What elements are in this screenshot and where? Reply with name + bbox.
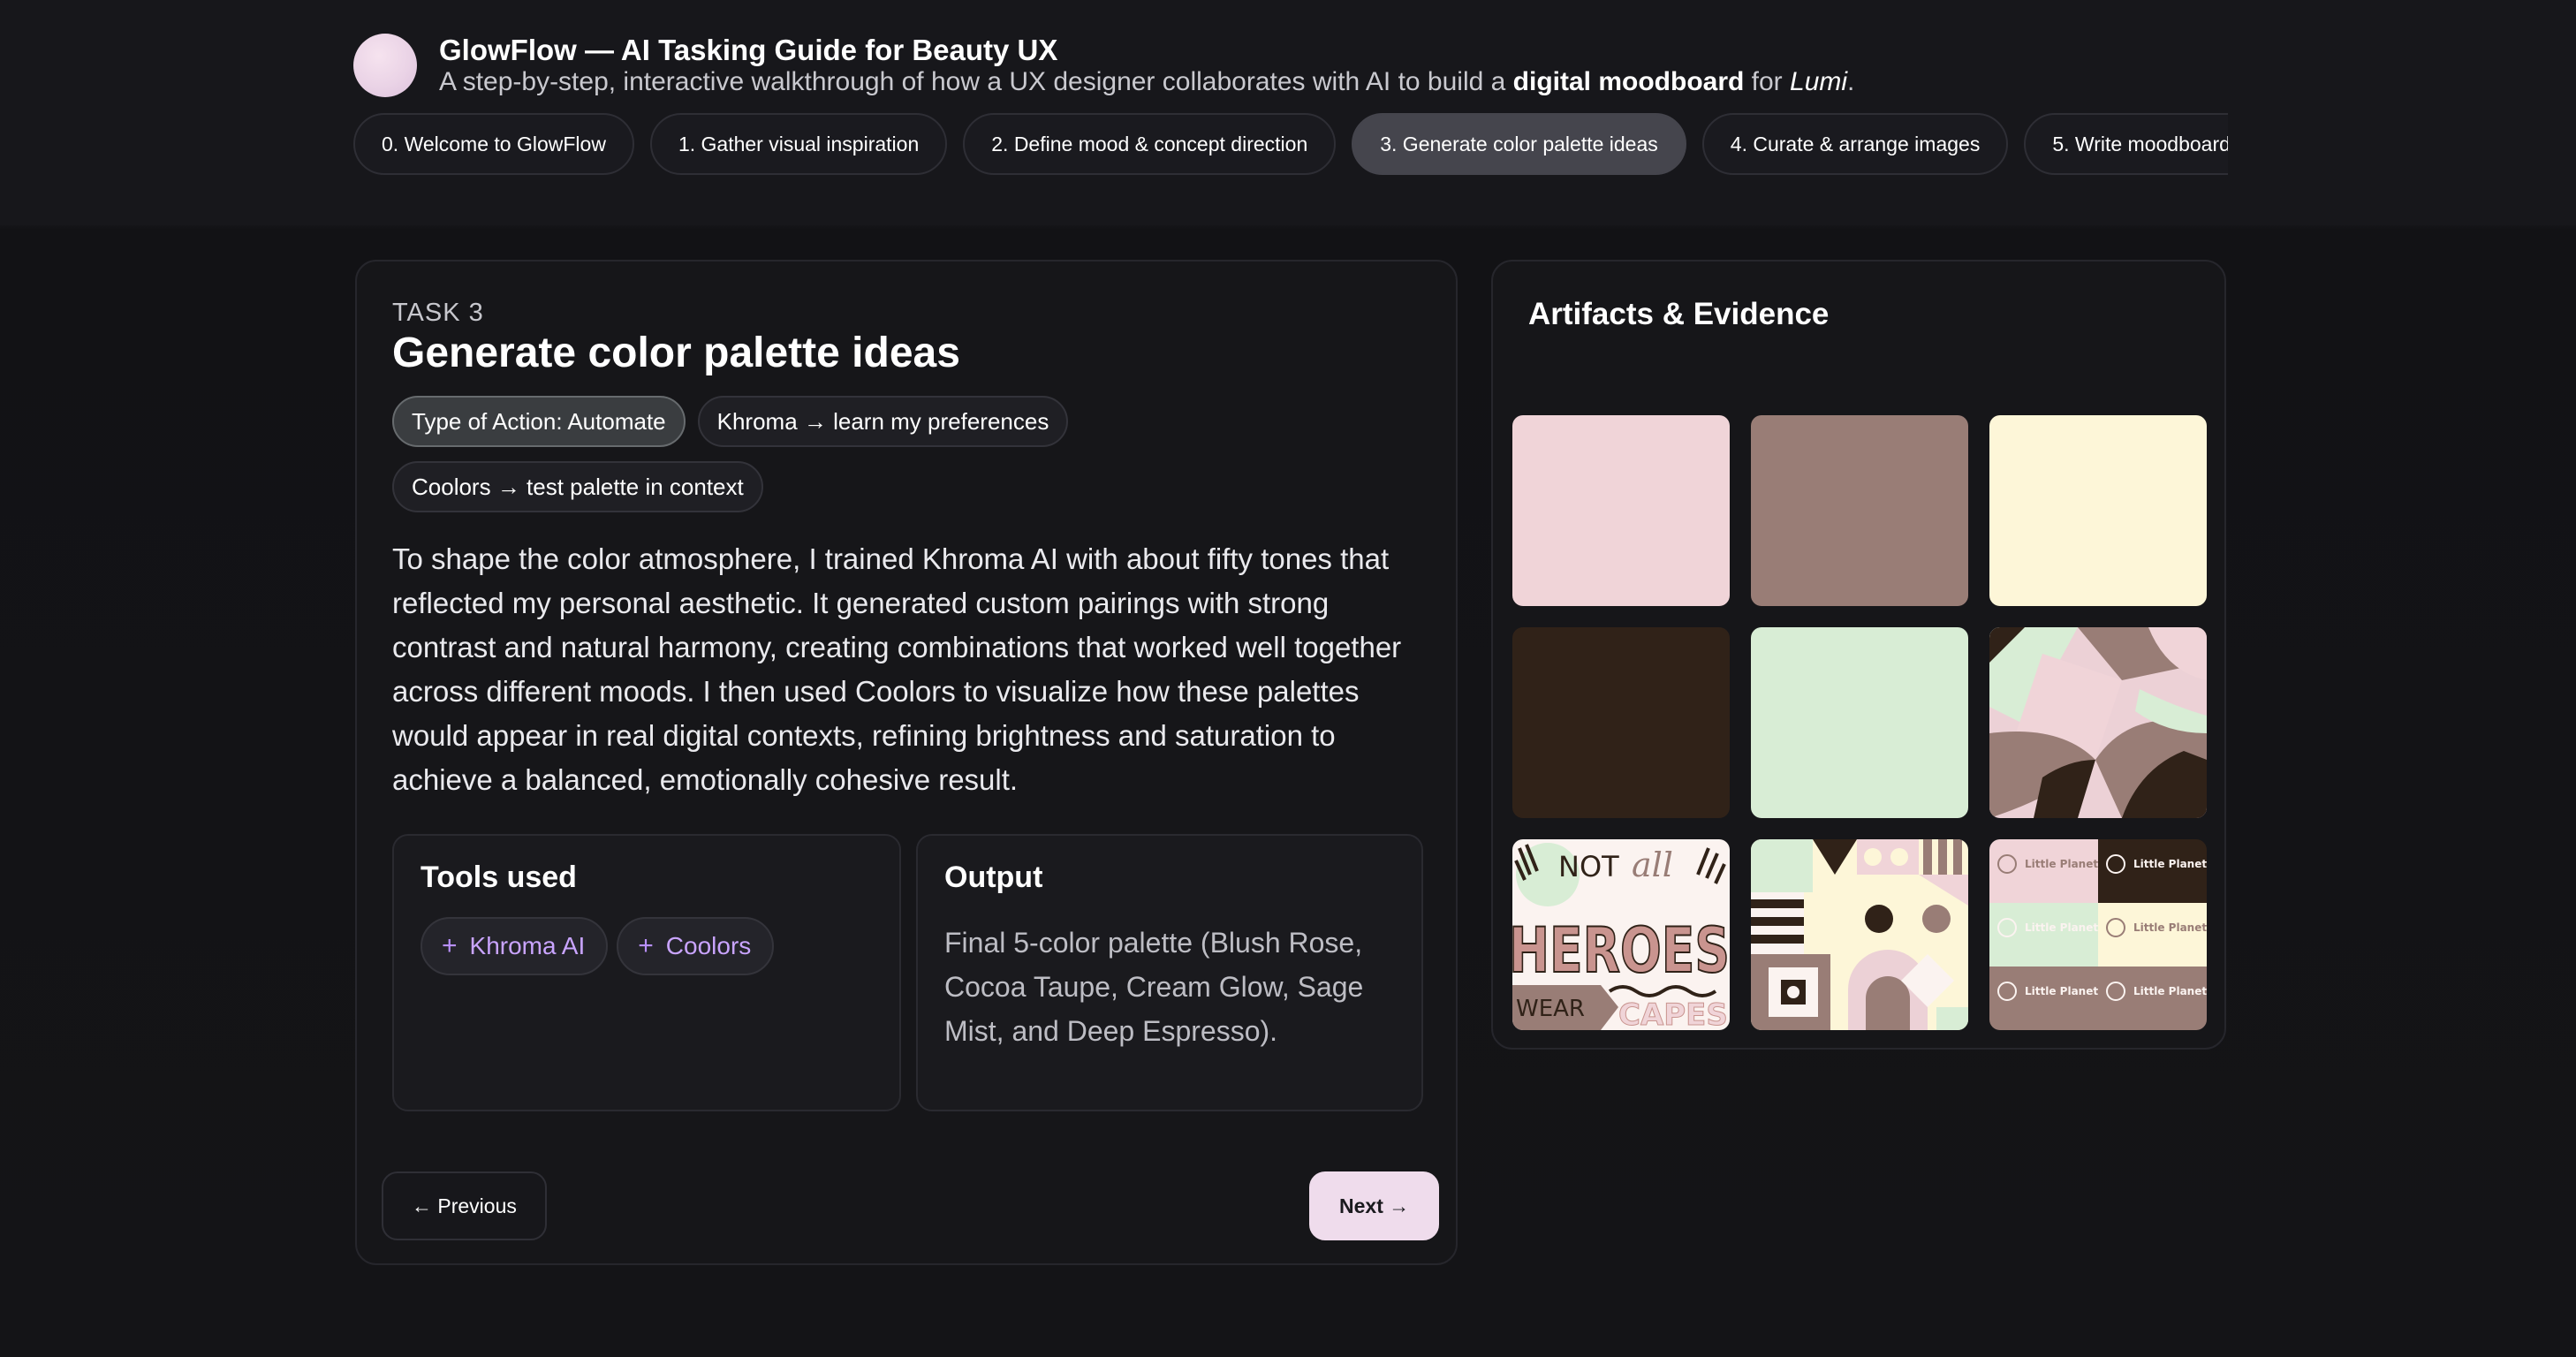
artifacts-title: Artifacts & Evidence (1528, 297, 1830, 331)
app-subtitle: A step-by-step, interactive walkthrough … (439, 67, 1854, 97)
coolors-chip: Coolors → test palette in context (392, 461, 763, 512)
geometric-collage-graphic (1751, 839, 1968, 1030)
tab-generate-palette[interactable]: 3. Generate color palette ideas (1352, 113, 1686, 175)
poster-word-capes: CAPES (1618, 997, 1728, 1030)
task-label: TASK 3 (392, 299, 484, 327)
poster-word-not: NOT (1558, 850, 1619, 883)
abstract-pattern-graphic (1989, 627, 2207, 818)
tools-card: Tools used + Khroma AI + Coolors (392, 834, 901, 1111)
swatch-graphic (1751, 627, 1968, 818)
subtitle-text-mid: for (1744, 67, 1791, 96)
swatch-graphic (1751, 415, 1968, 606)
tool-pill-khroma[interactable]: + Khroma AI (420, 917, 609, 975)
tool-list: + Khroma AI + Coolors (420, 917, 783, 975)
action-type-chip: Type of Action: Automate (392, 396, 686, 447)
plus-icon: + (442, 931, 458, 960)
artifacts-card: Artifacts & Evidence NOT all HEROES WEAR… (1491, 260, 2226, 1050)
task-tabs: 0. Welcome to GlowFlow 1. Gather visual i… (353, 113, 2228, 178)
next-button[interactable]: Next → (1309, 1171, 1440, 1240)
tab-define-mood[interactable]: 2. Define mood & concept direction (963, 113, 1337, 175)
task-description: To shape the color atmosphere, I trained… (392, 542, 1402, 796)
tool-name: Coolors (665, 932, 752, 959)
poster-word-heroes: HEROES (1512, 914, 1730, 987)
plus-icon: + (638, 931, 654, 960)
subtitle-text: A step-by-step, interactive walkthrough … (439, 67, 1513, 96)
page: GlowFlow — AI Tasking Guide for Beauty U… (0, 0, 2576, 1357)
tool-name: Khroma AI (469, 932, 586, 959)
task-card: TASK 3 Generate color palette ideas Type… (355, 260, 1458, 1265)
little-planet-logos-image[interactable]: Little Planet Little Planet Little Plane… (1989, 839, 2207, 1030)
swatch-blush-rose[interactable] (1512, 415, 1730, 606)
swatch-graphic (1989, 415, 2207, 606)
output-title: Output (944, 860, 1043, 894)
logo-text: Little Planet (2133, 921, 2207, 934)
abstract-pattern-image[interactable] (1989, 627, 2207, 818)
tool-pill-coolors[interactable]: + Coolors (617, 917, 775, 975)
logo-text: Little Planet (2025, 858, 2098, 870)
tools-title: Tools used (420, 860, 577, 894)
heroes-poster-graphic: NOT all HEROES WEAR CAPES (1512, 839, 1730, 1030)
subtitle-italic: Lumi (1790, 67, 1848, 96)
little-planet-logos-graphic: Little Planet Little Planet Little Plane… (1989, 839, 2207, 1030)
subtitle-bold: digital moodboard (1512, 67, 1745, 96)
logo-text: Little Planet (2025, 985, 2098, 997)
output-card: Output Final 5-color palette (Blush Rose… (916, 834, 1423, 1111)
poster-word-all: all (1632, 845, 1673, 884)
swatch-cocoa-taupe[interactable] (1751, 415, 1968, 606)
tab-welcome[interactable]: 0. Welcome to GlowFlow (353, 113, 634, 175)
app-title: GlowFlow — AI Tasking Guide for Beauty U… (439, 34, 1058, 66)
geometric-collage-image[interactable] (1751, 839, 1968, 1030)
task-title: Generate color palette ideas (392, 330, 960, 376)
task-chips: Type of Action: Automate Khroma → learn m… (392, 396, 1417, 527)
swatch-sage-mist[interactable] (1751, 627, 1968, 818)
subtitle-end: . (1847, 67, 1855, 96)
tab-write-moodboard[interactable]: 5. Write moodboard (2024, 113, 2228, 175)
swatch-graphic (1512, 415, 1730, 606)
app-logo (353, 34, 417, 97)
output-text: Final 5-color palette (Blush Rose, Cocoa… (944, 927, 1364, 1047)
previous-button[interactable]: ← Previous (382, 1171, 547, 1240)
swatch-cream-glow[interactable] (1989, 415, 2207, 606)
swatch-graphic (1512, 627, 1730, 818)
swatch-deep-espresso[interactable] (1512, 627, 1730, 818)
logo-text: Little Planet (2133, 985, 2207, 997)
khroma-chip: Khroma → learn my preferences (697, 396, 1069, 447)
logo-text: Little Planet (2133, 858, 2207, 870)
poster-word-wear: WEAR (1516, 996, 1585, 1022)
logo-text: Little Planet (2025, 921, 2098, 934)
tab-gather-inspiration[interactable]: 1. Gather visual inspiration (649, 113, 948, 175)
tab-curate-images[interactable]: 4. Curate & arrange images (1701, 113, 2009, 175)
heroes-poster-image[interactable]: NOT all HEROES WEAR CAPES (1512, 839, 1730, 1030)
